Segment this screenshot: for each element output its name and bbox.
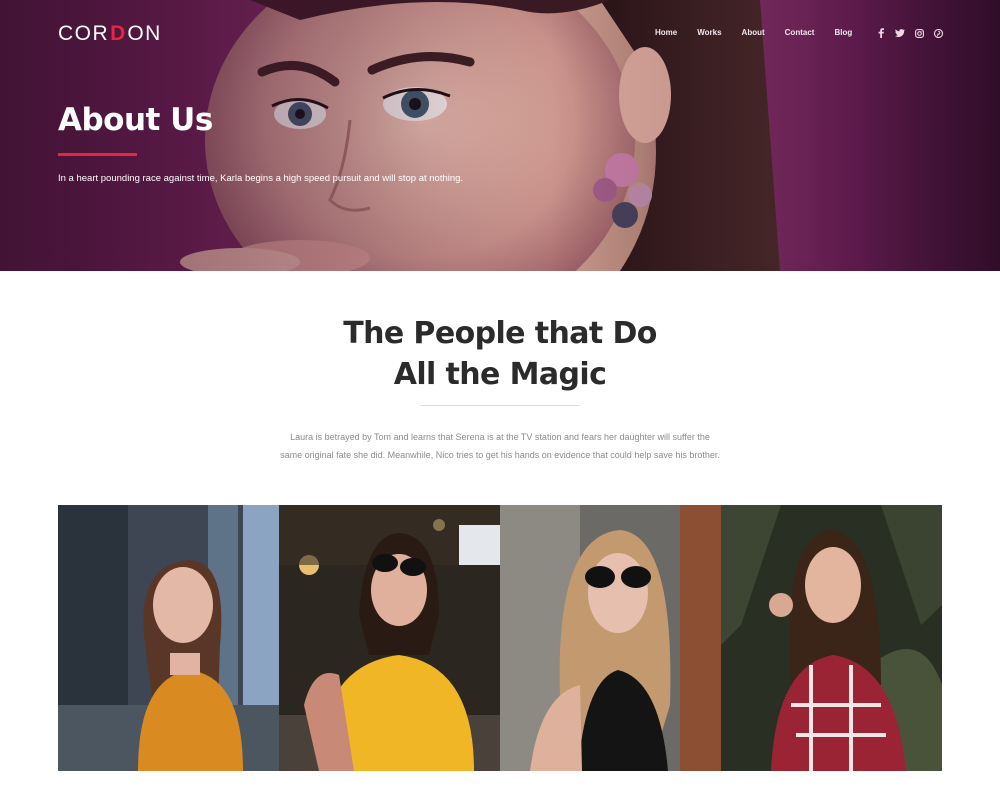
facebook-icon[interactable] [876,27,886,39]
section-divider [421,405,579,406]
title-underline [58,153,137,156]
hero-subtitle: In a heart pounding race against time, K… [58,173,464,184]
section-title-line-2: All the Magic [393,357,607,392]
logo-text-accent: D [110,22,127,45]
team-photo-3[interactable] [500,505,721,771]
team-photo-4[interactable] [721,505,942,771]
instagram-icon[interactable] [914,27,924,39]
nav-works[interactable]: Works [697,28,721,37]
pinterest-icon[interactable] [933,27,943,39]
section-title: The People that Do All the Magic [0,313,1000,395]
nav-about[interactable]: About [742,28,765,37]
site-logo[interactable]: COR D ON [58,22,162,46]
page-title: About Us [58,102,213,138]
main-nav: Home Works About Contact Blog [655,28,852,37]
logo-text-right: ON [127,22,162,45]
social-links [876,27,943,39]
section-description: Laura is betrayed by Tom and learns that… [280,432,720,460]
team-photo-1[interactable] [58,505,279,771]
team-photo-2[interactable] [279,505,500,771]
team-gallery [58,505,942,771]
section-title-line-1: The People that Do [343,316,657,351]
hero-banner: COR D ON Home Works About Contact Blog Abo… [0,0,1000,271]
nav-blog[interactable]: Blog [834,28,852,37]
nav-contact[interactable]: Contact [785,28,815,37]
logo-text-left: COR [58,22,110,45]
nav-home[interactable]: Home [655,28,677,37]
twitter-icon[interactable] [895,27,905,39]
